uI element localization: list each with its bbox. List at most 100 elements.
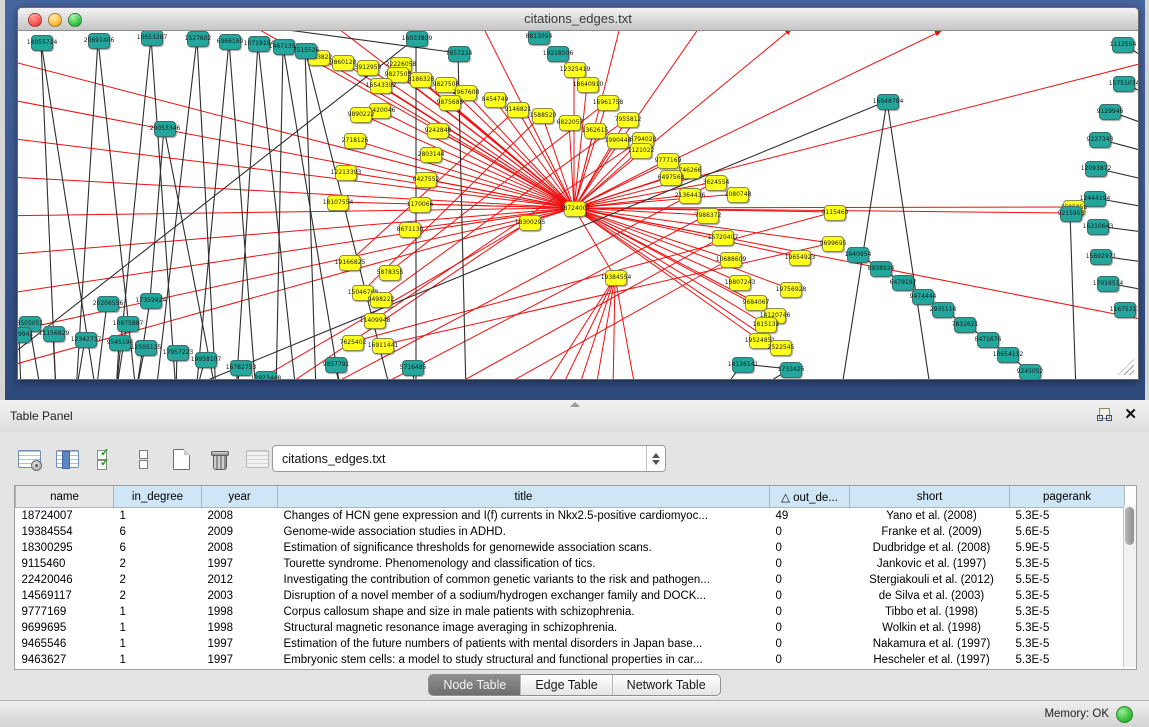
graph-node[interactable]: 1733426 [780, 362, 802, 378]
graph-node[interactable]: 18640910 [577, 77, 599, 93]
graph-node[interactable]: 3624554 [705, 175, 727, 191]
graph-node[interactable]: 1112504 [1112, 37, 1134, 53]
graph-node[interactable]: 11675311 [1114, 302, 1136, 318]
graph-node[interactable]: 10654112 [997, 347, 1019, 363]
graph-node[interactable]: 22420046 [369, 103, 391, 119]
cell-out_degree[interactable]: 0 [770, 636, 850, 652]
graph-node[interactable]: 12325419 [564, 62, 586, 78]
cell-short[interactable]: Dudbridge et al. (2008) [850, 540, 1010, 556]
graph-node[interactable]: 8471676 [977, 332, 999, 348]
cell-year[interactable]: 2008 [202, 508, 278, 525]
graph-node[interactable]: 1170066 [409, 197, 431, 213]
graph-node[interactable]: 9699695 [822, 236, 844, 252]
cell-in_degree[interactable]: 1 [114, 652, 202, 668]
graph-node[interactable]: 15751074 [1113, 76, 1135, 92]
graph-node[interactable]: 16782753 [230, 360, 252, 376]
graph-node[interactable]: 15692971 [1090, 249, 1112, 265]
column-header-in_degree[interactable]: in_degree [114, 486, 202, 508]
cell-short[interactable]: Nakamura et al. (1997) [850, 636, 1010, 652]
network-canvas[interactable]: 1872400776638229860128591295522226058982… [18, 31, 1138, 379]
tab-node-table[interactable]: Node Table [429, 675, 520, 695]
cell-title[interactable]: Corpus callosum shape and size in male p… [278, 604, 770, 620]
cell-name[interactable]: 18724007 [16, 508, 114, 525]
graph-node[interactable]: 19218506 [547, 46, 569, 62]
graph-node[interactable]: 9684067 [745, 295, 767, 311]
graph-node[interactable]: 17016514 [1097, 276, 1119, 292]
cell-title[interactable]: Tourette syndrome. Phenomenology and cla… [278, 556, 770, 572]
checklist-icon[interactable]: ✓✓ [92, 447, 118, 471]
column-header-out_degree[interactable]: △ out_de... [770, 486, 850, 508]
graph-node[interactable]: 7857224 [448, 46, 470, 62]
graph-node[interactable]: 2935114 [932, 302, 954, 318]
graph-node[interactable]: 11409948 [364, 313, 386, 329]
graph-node[interactable]: 2522545 [770, 340, 792, 356]
graph-node[interactable]: 19756928 [780, 282, 802, 298]
table-row[interactable]: 911546021997Tourette syndrome. Phenomeno… [16, 556, 1125, 572]
cell-year[interactable]: 1998 [202, 620, 278, 636]
graph-node[interactable]: 9227343 [1089, 132, 1111, 148]
graph-node[interactable]: 1815132 [755, 317, 777, 333]
graph-node[interactable]: 16648784 [877, 94, 899, 110]
table-row[interactable]: 946362711997Embryonic stem cells: a mode… [16, 652, 1125, 668]
cell-year[interactable]: 1997 [202, 636, 278, 652]
graph-node[interactable]: 16911441 [372, 338, 394, 354]
splitter-handle[interactable] [570, 402, 580, 407]
graph-node[interactable]: 21364436 [679, 188, 701, 204]
cell-in_degree[interactable]: 6 [114, 540, 202, 556]
graph-node[interactable]: 9474444 [912, 289, 934, 305]
close-panel-icon[interactable]: ✕ [1124, 407, 1137, 422]
cell-title[interactable]: Changes of HCN gene expression and I(f) … [278, 508, 770, 525]
cell-name[interactable]: 19384554 [16, 524, 114, 540]
graph-node[interactable]: 746266 [679, 163, 701, 179]
cell-out_degree[interactable]: 0 [770, 572, 850, 588]
graph-node[interactable]: 19958107 [195, 352, 217, 368]
cell-pagerank[interactable]: 5.6E-5 [1010, 524, 1125, 540]
network-window-titlebar[interactable]: citations_edges.txt [18, 8, 1138, 31]
new-file-icon[interactable] [168, 447, 194, 471]
graph-node[interactable]: 9545194 [109, 335, 131, 351]
graph-node[interactable]: 1080748 [727, 187, 749, 203]
graph-node[interactable]: 9319941 [18, 327, 31, 343]
cell-in_degree[interactable]: 6 [114, 524, 202, 540]
column-header-year[interactable]: year [202, 486, 278, 508]
graph-node[interactable]: 11156829 [43, 326, 65, 342]
table-columns-icon[interactable] [54, 447, 80, 471]
graph-node[interactable]: 16543392 [370, 78, 392, 94]
table-scrollbar[interactable] [1123, 505, 1136, 667]
graph-node[interactable]: 6479197 [892, 275, 914, 291]
graph-node[interactable]: 8671130 [399, 222, 421, 238]
graph-node[interactable]: 9890222 [350, 107, 372, 123]
cell-year[interactable]: 2008 [202, 540, 278, 556]
cell-in_degree[interactable]: 2 [114, 556, 202, 572]
graph-node[interactable]: 20206556 [97, 296, 119, 312]
graph-node[interactable]: 9245052 [1019, 364, 1041, 379]
graph-node[interactable]: 12093872 [1085, 161, 1107, 177]
graph-node[interactable]: 10653287 [141, 31, 163, 46]
cell-in_degree[interactable]: 2 [114, 572, 202, 588]
graph-node[interactable]: 9875685 [439, 95, 461, 111]
graph-node[interactable]: 9215953 [1060, 206, 1082, 222]
cell-short[interactable]: Jankovic et al. (1997) [850, 556, 1010, 572]
graph-node[interactable]: 9129946 [1099, 104, 1121, 120]
graph-node[interactable]: 19654923 [789, 250, 811, 266]
cell-in_degree[interactable]: 1 [114, 604, 202, 620]
cell-name[interactable]: 22420046 [16, 572, 114, 588]
float-panel-icon[interactable] [1097, 408, 1110, 421]
cell-short[interactable]: Hescheler et al. (1997) [850, 652, 1010, 668]
graph-node[interactable]: 12213393 [335, 165, 357, 181]
cell-title[interactable]: Estimation of the future numbers of pati… [278, 636, 770, 652]
cell-year[interactable]: 2012 [202, 572, 278, 588]
graph-node[interactable]: 14671355 [273, 39, 295, 55]
cell-short[interactable]: Franke et al. (2009) [850, 524, 1010, 540]
cell-year[interactable]: 1997 [202, 556, 278, 572]
cell-in_degree[interactable]: 2 [114, 588, 202, 604]
table-row[interactable]: 1938455462009Genome-wide association stu… [16, 524, 1125, 540]
cell-short[interactable]: Stergiakouli et al. (2012) [850, 572, 1010, 588]
cell-name[interactable]: 9777169 [16, 604, 114, 620]
graph-node[interactable]: 6822057 [559, 115, 581, 131]
graph-node[interactable]: 12444194 [1084, 191, 1106, 207]
graph-node[interactable]: 1121022 [630, 143, 652, 159]
cell-pagerank[interactable]: 5.3E-5 [1010, 636, 1125, 652]
table-settings-icon[interactable] [16, 447, 42, 471]
graph-node[interactable]: 12505135 [135, 340, 157, 356]
